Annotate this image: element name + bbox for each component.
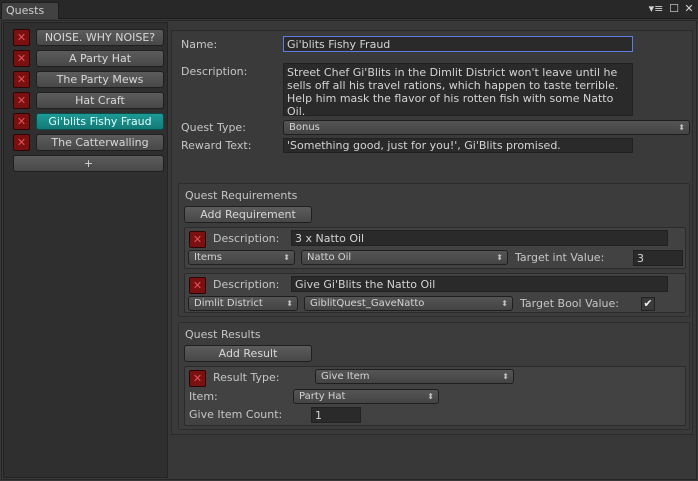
reward-text-label: Reward Text:	[181, 139, 252, 152]
requirement-location-dropdown[interactable]: Dimlit District ⬍	[188, 296, 298, 311]
requirement-flag-dropdown[interactable]: GiblitQuest_GaveNatto ⬍	[304, 296, 513, 311]
quest-list-item[interactable]: Hat Craft	[36, 92, 164, 109]
give-item-count-label: Give Item Count:	[189, 408, 283, 421]
delete-quest-icon[interactable]: ✕	[13, 71, 30, 88]
result-item-value: Party Hat	[299, 391, 346, 402]
dropdown-arrows-icon: ⬍	[678, 123, 685, 132]
dropdown-arrows-icon: ⬍	[502, 372, 509, 381]
quest-list-item[interactable]: NOISE. WHY NOISE?	[36, 29, 164, 46]
add-requirement-button[interactable]: Add Requirement	[184, 206, 312, 223]
dropdown-arrows-icon: ⬍	[283, 253, 290, 262]
quest-name-input[interactable]: Gi'blits Fishy Fraud	[283, 36, 633, 52]
delete-requirement-icon[interactable]: ✕	[189, 231, 206, 248]
quest-list-item[interactable]: The Catterwalling	[36, 134, 164, 151]
delete-quest-icon[interactable]: ✕	[13, 50, 30, 67]
result-type-label: Result Type:	[213, 371, 280, 384]
requirement-description-input[interactable]: Give Gi'Blits the Natto Oil	[291, 276, 668, 292]
target-int-label: Target int Value:	[515, 251, 605, 264]
target-int-input[interactable]: 3	[633, 250, 683, 266]
item-label: Item:	[189, 390, 218, 403]
delete-quest-icon[interactable]: ✕	[13, 29, 30, 46]
quest-type-value: Bonus	[289, 122, 320, 133]
requirement-target-value: Natto Oil	[307, 252, 352, 263]
delete-requirement-icon[interactable]: ✕	[189, 277, 206, 294]
quest-results-title: Quest Results	[185, 328, 261, 341]
target-bool-label: Target Bool Value:	[520, 297, 619, 310]
window-menu-icon[interactable]: ▾≡	[646, 1, 666, 17]
result-type-dropdown[interactable]: Give Item ⬍	[315, 369, 514, 384]
dropdown-arrows-icon: ⬍	[496, 253, 503, 262]
name-label: Name:	[181, 38, 218, 51]
requirement-description-label: Description:	[213, 278, 280, 291]
delete-quest-icon[interactable]: ✕	[13, 92, 30, 109]
tab-quests[interactable]: Quests	[1, 2, 59, 19]
add-quest-button[interactable]: +	[13, 155, 164, 172]
quest-list-item[interactable]: The Party Mews	[36, 71, 164, 88]
reward-text-input[interactable]: 'Something good, just for you!', Gi'Blit…	[283, 138, 633, 153]
requirement-flag-value: GiblitQuest_GaveNatto	[310, 298, 425, 309]
dropdown-arrows-icon: ⬍	[501, 299, 508, 308]
add-result-button[interactable]: Add Result	[184, 345, 312, 362]
delete-quest-icon[interactable]: ✕	[13, 113, 30, 130]
quest-requirements-title: Quest Requirements	[185, 189, 298, 202]
dropdown-arrows-icon: ⬍	[286, 299, 293, 308]
requirement-location-value: Dimlit District	[194, 298, 263, 309]
dropdown-arrows-icon: ⬍	[427, 392, 434, 401]
requirement-category-value: Items	[194, 252, 222, 263]
requirement-description-input[interactable]: 3 x Natto Oil	[291, 230, 668, 246]
quest-list-item-selected[interactable]: Gi'blits Fishy Fraud	[36, 113, 164, 130]
give-item-count-input[interactable]: 1	[311, 407, 361, 423]
requirement-description-label: Description:	[213, 232, 280, 245]
delete-result-icon[interactable]: ✕	[189, 370, 206, 387]
close-icon[interactable]: ✕	[682, 1, 696, 17]
result-type-value: Give Item	[321, 371, 370, 382]
requirement-category-dropdown[interactable]: Items ⬍	[188, 250, 295, 265]
description-label: Description:	[181, 65, 248, 78]
quest-type-dropdown[interactable]: Bonus ⬍	[283, 120, 690, 135]
quest-description-textarea[interactable]: Street Chef Gi'Blits in the Dimlit Distr…	[283, 63, 633, 118]
target-bool-checkbox[interactable]: ✔	[641, 297, 655, 311]
result-item-dropdown[interactable]: Party Hat ⬍	[293, 389, 439, 404]
maximize-icon[interactable]: ☐	[667, 1, 681, 17]
quest-list-sidebar	[3, 22, 168, 478]
tab-bar	[0, 0, 698, 19]
delete-quest-icon[interactable]: ✕	[13, 134, 30, 151]
requirement-target-dropdown[interactable]: Natto Oil ⬍	[301, 250, 508, 265]
quest-list-item[interactable]: A Party Hat	[36, 50, 164, 67]
quest-type-label: Quest Type:	[181, 121, 246, 134]
